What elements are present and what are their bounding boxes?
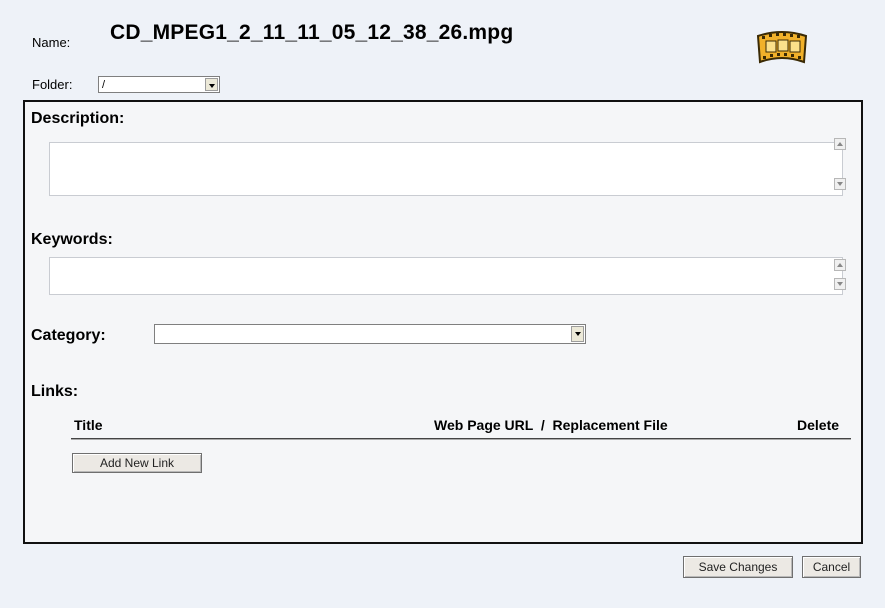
file-name: CD_MPEG1_2_11_11_05_12_38_26.mpg (110, 21, 514, 44)
links-header-divider (71, 438, 851, 440)
chevron-down-icon[interactable] (571, 326, 584, 342)
keywords-scroll-down-icon[interactable] (834, 278, 846, 290)
cancel-button[interactable]: Cancel (802, 556, 861, 578)
links-column-url: Web Page URL / Replacement File (434, 417, 668, 433)
keywords-label: Keywords: (31, 231, 113, 248)
description-textarea[interactable] (49, 142, 843, 196)
category-label: Category: (31, 327, 106, 344)
film-strip-icon (754, 26, 810, 70)
description-scroll-up-icon[interactable] (834, 138, 846, 150)
folder-select-value: / (102, 79, 106, 91)
links-label: Links: (31, 383, 79, 400)
name-label: Name: (32, 35, 71, 50)
description-label: Description: (31, 110, 125, 127)
folder-label: Folder: (32, 77, 73, 92)
edit-panel: Description: Keywords: Category: Links: … (23, 100, 863, 544)
keywords-textarea[interactable] (49, 257, 843, 295)
folder-select[interactable]: / (98, 76, 220, 93)
description-scroll-down-icon[interactable] (834, 178, 846, 190)
category-select[interactable] (154, 324, 586, 344)
links-column-delete: Delete (797, 417, 840, 433)
links-column-title: Title (74, 417, 103, 433)
chevron-down-icon[interactable] (205, 78, 218, 91)
add-new-link-button[interactable]: Add New Link (72, 453, 202, 473)
keywords-scroll-up-icon[interactable] (834, 259, 846, 271)
save-changes-button[interactable]: Save Changes (683, 556, 793, 578)
